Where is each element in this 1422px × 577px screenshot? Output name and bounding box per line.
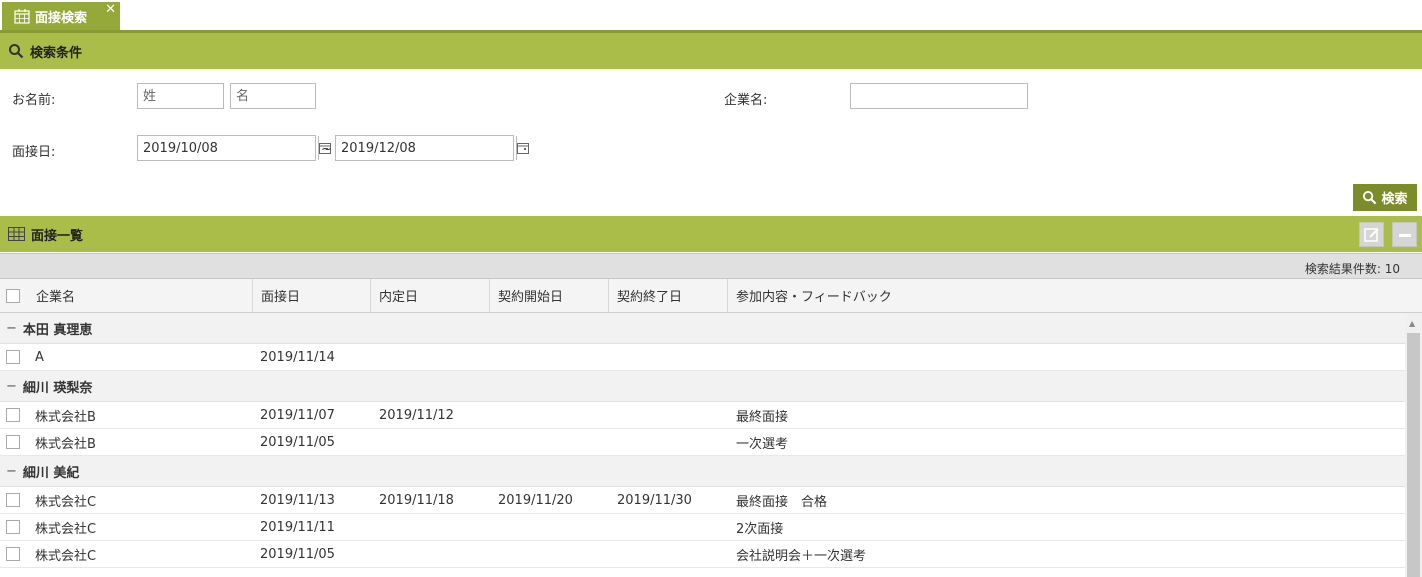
select-all-checkbox[interactable]: [6, 288, 20, 303]
grid-header: 企業名 面接日 内定日 契約開始日 契約終了日 参加内容・フィードバック: [0, 279, 1422, 313]
table-row[interactable]: 株式会社C 2019/11/13 2019/11/18 2019/11/20 2019/…: [0, 487, 1405, 514]
search-button[interactable]: 検索: [1353, 184, 1417, 211]
cell-feedback: 一次選考: [736, 437, 789, 452]
collapse-group-icon[interactable]: −: [6, 379, 17, 394]
search-icon: [8, 43, 24, 59]
grid-body: − 本田 真理恵 A 2019/11/14− 細川 瑛梨奈 株式会社B 2019/11/07…: [0, 313, 1405, 577]
collapse-button[interactable]: [1392, 222, 1417, 247]
vertical-scrollbar[interactable]: ▲: [1405, 313, 1422, 577]
list-section-header: 面接一覧: [0, 216, 1422, 252]
table-row[interactable]: 株式会社C 2019/11/11 2次面接: [0, 514, 1405, 541]
group-name: 細川 美紀: [22, 465, 80, 481]
column-header-feedback[interactable]: 参加内容・フィードバック: [728, 279, 1405, 312]
cell-feedback: 最終面接 合格: [736, 495, 828, 510]
select-all-cell: [0, 279, 28, 312]
row-checkbox[interactable]: [6, 408, 20, 422]
table-row[interactable]: 株式会社B 2019/11/07 2019/11/12 最終面接: [0, 402, 1405, 429]
tab-strip: 面接検索 ✕: [0, 0, 1422, 33]
name-label: お名前:: [12, 93, 56, 108]
table-row[interactable]: A 2019/11/14: [0, 344, 1405, 371]
group-row[interactable]: − 細川 美紀: [0, 456, 1405, 487]
collapse-group-icon[interactable]: −: [6, 464, 17, 479]
search-form: お名前: 企業名: 面接日: ~ 検索: [0, 70, 1422, 216]
minus-icon: [1398, 233, 1411, 237]
company-input[interactable]: [850, 83, 1028, 109]
cell-contract-end: 2019/11/30: [617, 493, 692, 508]
cell-interview-date: 2019/11/05: [260, 547, 335, 562]
result-count-bar: 検索結果件数: 10: [0, 253, 1422, 279]
interview-date-label: 面接日:: [12, 145, 56, 160]
cell-feedback: 最終面接: [736, 410, 789, 425]
cell-company: 株式会社C: [35, 495, 97, 510]
search-button-label: 検索: [1381, 192, 1408, 207]
collapse-group-icon[interactable]: −: [6, 321, 17, 336]
column-header-offer-date[interactable]: 内定日: [371, 279, 490, 312]
calendar-picker-icon[interactable]: [516, 136, 529, 160]
last-name-input[interactable]: [137, 83, 224, 109]
scroll-up-arrow-icon[interactable]: ▲: [1409, 319, 1415, 328]
row-checkbox[interactable]: [6, 493, 20, 507]
date-from-input[interactable]: [138, 136, 318, 160]
search-section-title: 検索条件: [30, 45, 83, 61]
cell-company: 株式会社C: [35, 549, 97, 564]
date-to-input[interactable]: [336, 136, 516, 160]
date-from-picker: [137, 135, 331, 161]
group-row[interactable]: − 本田 真理恵: [0, 313, 1405, 344]
group-name: 細川 瑛梨奈: [22, 380, 93, 396]
cell-company: 株式会社B: [35, 437, 96, 452]
cell-feedback: 会社説明会＋一次選考: [736, 549, 867, 564]
column-header-contract-start[interactable]: 契約開始日: [490, 279, 609, 312]
cell-contract-start: 2019/11/20: [498, 493, 573, 508]
cell-interview-date: 2019/11/13: [260, 493, 335, 508]
cell-interview-date: 2019/11/11: [260, 520, 335, 535]
column-header-contract-end[interactable]: 契約終了日: [609, 279, 728, 312]
search-section-header: 検索条件: [0, 33, 1422, 69]
table-row[interactable]: 株式会社C 2019/11/05 会社説明会＋一次選考: [0, 541, 1405, 568]
cell-interview-date: 2019/11/14: [260, 350, 335, 365]
row-checkbox[interactable]: [6, 547, 20, 561]
close-icon[interactable]: ✕: [105, 3, 116, 16]
edit-icon: [1363, 227, 1379, 242]
cell-offer-date: 2019/11/18: [379, 493, 454, 508]
result-count: 検索結果件数: 10: [1304, 262, 1400, 276]
calendar-icon: [14, 9, 30, 24]
row-checkbox[interactable]: [6, 350, 20, 364]
tab-interview-search[interactable]: 面接検索 ✕: [2, 2, 120, 30]
date-to-picker: [335, 135, 529, 161]
cell-company: A: [35, 350, 44, 365]
column-header-interview-date[interactable]: 面接日: [253, 279, 371, 312]
column-header-company[interactable]: 企業名: [28, 279, 253, 312]
cell-offer-date: 2019/11/12: [379, 408, 454, 423]
cell-company: 株式会社C: [35, 522, 97, 537]
company-label: 企業名:: [724, 93, 768, 108]
group-name: 本田 真理恵: [22, 322, 93, 338]
tab-label: 面接検索: [35, 10, 88, 26]
cell-feedback: 2次面接: [736, 522, 784, 537]
row-checkbox[interactable]: [6, 435, 20, 449]
group-row[interactable]: − 細川 瑛梨奈: [0, 371, 1405, 402]
cell-interview-date: 2019/11/05: [260, 435, 335, 450]
scrollbar-thumb[interactable]: [1407, 333, 1420, 577]
cell-interview-date: 2019/11/07: [260, 408, 335, 423]
table-row[interactable]: 株式会社B 2019/11/05 一次選考: [0, 429, 1405, 456]
row-checkbox[interactable]: [6, 520, 20, 534]
search-icon: [1362, 190, 1377, 205]
grid-icon: [8, 227, 25, 241]
edit-button[interactable]: [1359, 222, 1384, 247]
date-range-separator: ~: [321, 142, 332, 157]
list-section-title: 面接一覧: [31, 228, 84, 244]
first-name-input[interactable]: [230, 83, 316, 109]
cell-company: 株式会社B: [35, 410, 96, 425]
